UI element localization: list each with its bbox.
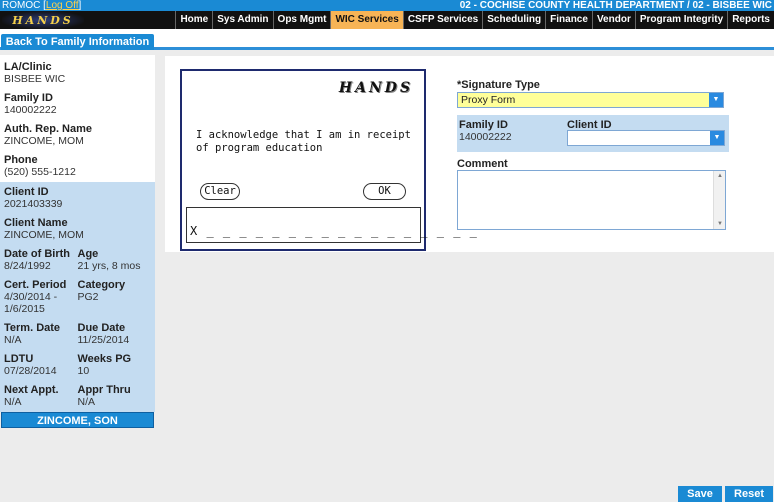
comment-label: Comment: [457, 158, 508, 170]
category-field: Category PG2: [77, 279, 126, 303]
clear-signature-button[interactable]: Clear: [200, 183, 240, 200]
nav-tab-home[interactable]: Home: [175, 11, 213, 29]
main-nav: HANDS Home Sys Admin Ops Mgmt WIC Services C…: [0, 11, 774, 29]
reset-button[interactable]: Reset: [725, 486, 773, 502]
back-to-family-button[interactable]: Back To Family Information: [1, 34, 154, 50]
logoff-link[interactable]: Log Off: [46, 0, 79, 11]
family-info-panel: LA/Clinic BISBEE WIC Family ID 140002222…: [0, 55, 155, 182]
signature-capture-area[interactable]: X _ _ _ _ _ _ _ _ _ _ _ _ _ _ _ _ _: [186, 207, 477, 243]
client-info-panel: Client ID 2021403339 Client Name ZINCOME…: [0, 182, 155, 412]
nav-tab-vendor[interactable]: Vendor: [591, 11, 635, 29]
family-id-value: 140002222: [459, 131, 512, 143]
hands-logo-small: HANDS: [338, 80, 414, 96]
family-id-field: Family ID 140002222: [4, 92, 57, 116]
due-date-field: Due Date 11/25/2014: [77, 322, 130, 346]
nav-tab-reports[interactable]: Reports: [727, 11, 774, 29]
family-id-label: Family ID: [459, 119, 508, 131]
department-label: 02 - COCHISE COUNTY HEALTH DEPARTMENT / …: [459, 0, 772, 11]
hands-logo: HANDS: [2, 11, 84, 29]
nav-tab-scheduling[interactable]: Scheduling: [482, 11, 546, 29]
acknowledgement-text: I acknowledge that I am in receipt of pr…: [196, 129, 411, 154]
nav-tabs: Home Sys Admin Ops Mgmt WIC Services CSFP Se…: [175, 11, 774, 29]
nav-tab-program-integrity[interactable]: Program Integrity: [634, 11, 728, 29]
comment-scrollbar[interactable]: ▲ ▼: [713, 171, 725, 229]
nav-tab-csfp-services[interactable]: CSFP Services: [402, 11, 483, 29]
phone-field: Phone (520) 555-1212: [4, 154, 76, 178]
signature-line: X _ _ _ _ _ _ _ _ _ _ _ _ _ _ _ _ _: [190, 224, 478, 238]
client-name-field: Client Name ZINCOME, MOM: [4, 217, 84, 241]
nav-tab-finance[interactable]: Finance: [545, 11, 592, 29]
nav-tab-wic-services[interactable]: WIC Services: [330, 11, 403, 29]
family-client-row: Family ID 140002222 Client ID ▼: [457, 115, 729, 152]
age-field: Age 21 yrs, 8 mos: [77, 248, 141, 272]
appr-thru-field: Appr Thru N/A: [77, 384, 131, 408]
client-id-select[interactable]: ▼: [567, 130, 725, 146]
nav-tab-ops-mgmt[interactable]: Ops Mgmt: [272, 11, 331, 29]
la-clinic-field: LA/Clinic BISBEE WIC: [4, 61, 66, 85]
sub-bar: Back To Family Information: [0, 29, 774, 50]
save-button[interactable]: Save: [678, 486, 722, 502]
term-date-field: Term. Date N/A: [4, 322, 61, 346]
username: ROMOC: [2, 0, 41, 11]
top-status-bar: ROMOC [Log Off] 02 - COCHISE COUNTY HEAL…: [0, 0, 774, 11]
chevron-down-icon[interactable]: ▼: [710, 131, 724, 145]
weeks-pg-field: Weeks PG 10: [77, 353, 132, 377]
auth-rep-field: Auth. Rep. Name ZINCOME, MOM: [4, 123, 93, 147]
other-client-button[interactable]: ZINCOME, SON: [1, 412, 154, 428]
user-info: ROMOC [Log Off]: [2, 0, 81, 11]
signature-form: *Signature Type Proxy Form ▼ Family ID 1…: [457, 79, 729, 230]
dob-field: Date of Birth 8/24/1992: [4, 248, 70, 272]
signature-type-select[interactable]: Proxy Form ▼: [457, 92, 724, 108]
scroll-down-icon[interactable]: ▼: [714, 219, 726, 229]
scroll-up-icon[interactable]: ▲: [714, 171, 726, 181]
ldtu-field: LDTU 07/28/2014: [4, 353, 57, 377]
next-appt-field: Next Appt. N/A: [4, 384, 59, 408]
signature-pad: HANDS I acknowledge that I am in receipt…: [180, 69, 477, 251]
cert-period-field: Cert. Period 4/30/2014 - 1/6/2015: [4, 279, 67, 315]
chevron-down-icon[interactable]: ▼: [709, 93, 723, 107]
logoff-bracket-close: ]: [78, 0, 82, 11]
nav-tab-sys-admin[interactable]: Sys Admin: [212, 11, 273, 29]
client-id-field: Client ID 2021403339: [4, 186, 63, 210]
signature-type-value: Proxy Form: [461, 94, 516, 106]
client-sidebar: LA/Clinic BISBEE WIC Family ID 140002222…: [0, 55, 155, 431]
comment-textarea[interactable]: ▲ ▼: [457, 170, 726, 230]
ok-signature-button[interactable]: OK: [363, 183, 406, 200]
signature-type-label: *Signature Type: [457, 79, 540, 91]
